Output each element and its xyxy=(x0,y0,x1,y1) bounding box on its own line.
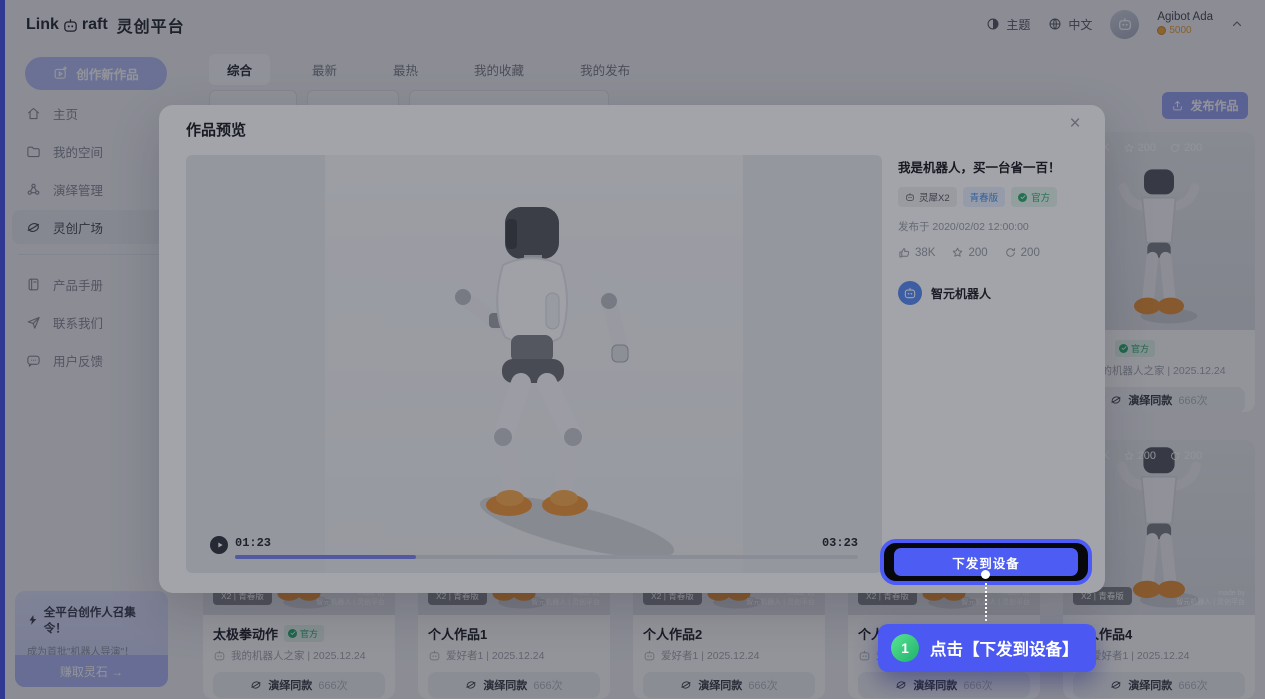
tour-connector-line xyxy=(985,583,987,621)
tour-dim-overlay xyxy=(0,0,1265,699)
tour-step-number: 1 xyxy=(891,634,919,662)
tour-tooltip: 1 点击【下发到设备】 xyxy=(878,624,1096,672)
tour-step-label: 点击【下发到设备】 xyxy=(930,636,1079,660)
tour-connector-dot xyxy=(981,570,990,579)
app-window: Link raft 灵创平台 主题 中文 Agibot Ada 5000 创作新… xyxy=(0,0,1265,699)
